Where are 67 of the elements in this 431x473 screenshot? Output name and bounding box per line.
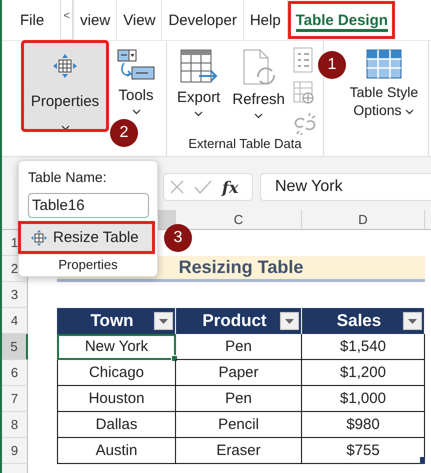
row-header[interactable]: 9 — [2, 438, 28, 464]
row-header[interactable]: 8 — [2, 412, 28, 438]
column-header[interactable] — [425, 210, 431, 230]
filter-dropdown-button[interactable] — [280, 312, 299, 330]
property-list-icon[interactable] — [292, 47, 313, 73]
group-label: External Table Data — [187, 135, 303, 153]
resize-handle[interactable] — [420, 457, 425, 464]
table-cell: Houston — [57, 386, 176, 412]
ribbon-tab[interactable]: File — [14, 0, 50, 40]
chevron-down-icon — [132, 109, 140, 115]
broken-link-icon[interactable] — [292, 113, 317, 135]
export-icon — [178, 49, 219, 85]
chevron-down-icon — [194, 111, 204, 117]
fill-handle[interactable] — [171, 355, 178, 362]
tools-button[interactable]: Tools — [112, 41, 160, 115]
table-cell: Paper — [176, 360, 302, 386]
filter-dropdown-button[interactable] — [154, 312, 173, 330]
scroll-tabs-button[interactable]: < — [60, 0, 74, 40]
row-header[interactable]: 6 — [2, 360, 28, 386]
chevron-down-icon — [60, 125, 70, 131]
chevron-down-icon — [254, 113, 264, 119]
formula-field[interactable]: New York — [260, 173, 431, 201]
table-globe-icon[interactable] — [292, 81, 315, 105]
resize-table-icon — [31, 230, 47, 246]
table-style-icon — [366, 49, 402, 79]
cancel-icon[interactable] — [170, 180, 184, 194]
ribbon-tab[interactable]: Table Design — [286, 0, 396, 40]
table-cell: $755 — [302, 438, 425, 464]
table-cell: $980 — [302, 412, 425, 438]
refresh-button[interactable]: Refresh — [228, 41, 289, 119]
caret-down-icon — [159, 318, 168, 324]
resize-table-icon — [52, 53, 78, 79]
table-cell: Pen — [176, 386, 302, 412]
table-cell: $1,200 — [302, 360, 425, 386]
table-cell: Dallas — [57, 412, 176, 438]
refresh-icon — [240, 49, 277, 87]
column-header[interactable]: C — [176, 210, 302, 230]
resize-table-button[interactable]: Resize Table — [19, 222, 154, 253]
caret-down-icon — [285, 318, 294, 324]
row-header[interactable]: 3 — [2, 282, 28, 308]
field-label: Table Name: — [27, 168, 108, 187]
properties-button[interactable]: Properties — [22, 41, 108, 131]
table-cell: $1,000 — [302, 386, 425, 412]
row-header[interactable]: 7 — [2, 386, 28, 412]
table-style-options-button[interactable]: Table Style Options — [346, 41, 422, 119]
step-badge: 3 — [164, 224, 192, 252]
caret-down-icon — [408, 318, 417, 324]
chevron-down-icon — [405, 109, 414, 115]
heading-text: Product — [202, 311, 267, 331]
group-label: Properties — [57, 257, 119, 272]
heading-text: Sales — [336, 311, 382, 331]
column-header[interactable]: D — [302, 210, 425, 230]
filter-dropdown-button[interactable] — [403, 312, 422, 330]
table-cell: $1,540 — [302, 334, 425, 360]
row-header[interactable]: 5 — [2, 334, 28, 360]
table-cell: Eraser — [176, 438, 302, 464]
insert-function-button[interactable]: fx — [222, 178, 238, 196]
row-header[interactable]: 4 — [2, 308, 28, 334]
enter-check-icon[interactable] — [194, 180, 212, 194]
table-cell: Pencil — [176, 412, 302, 438]
table-cell: Austin — [57, 438, 176, 464]
heading-text: Town — [90, 311, 134, 331]
table-cell: Chicago — [57, 360, 176, 386]
table-cell: Pen — [176, 334, 302, 360]
table-cell: New York — [57, 334, 176, 360]
export-button[interactable]: Export — [173, 41, 224, 117]
table-name-field[interactable]: Table16 — [28, 193, 149, 218]
